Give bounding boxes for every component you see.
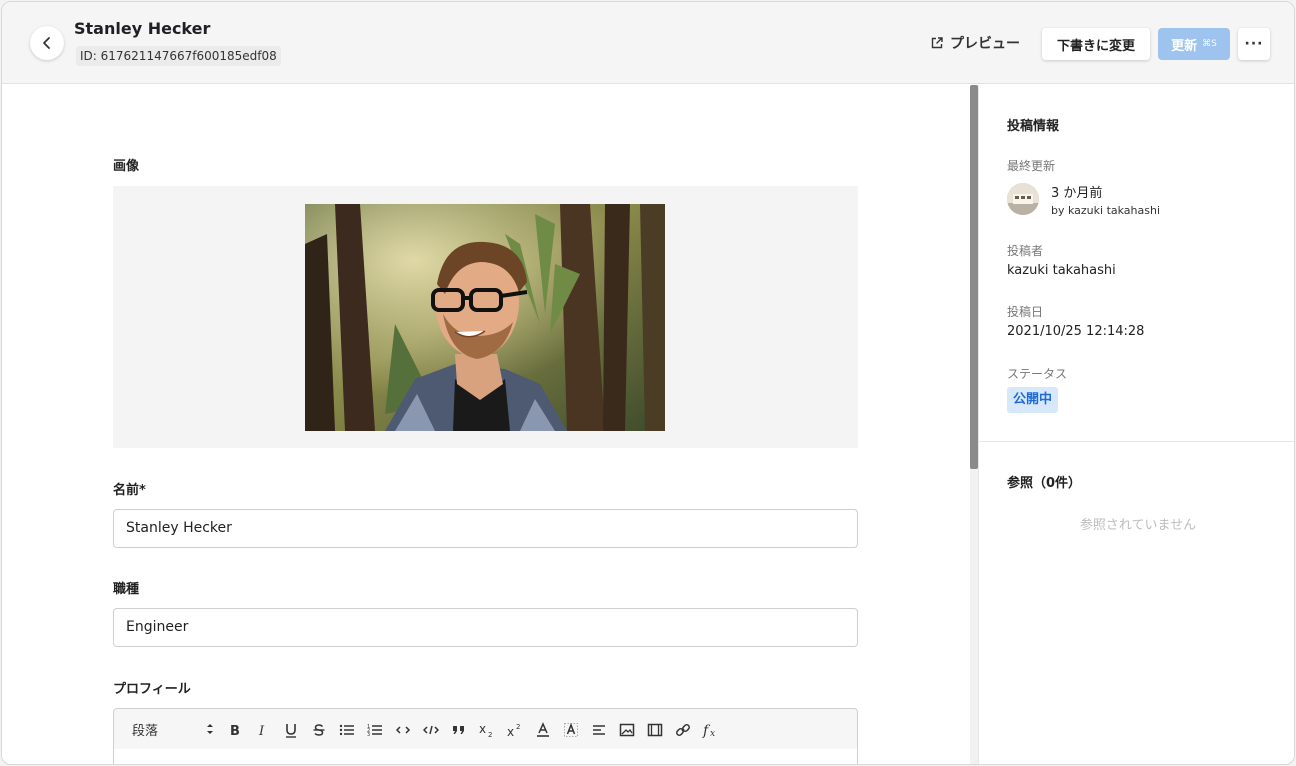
- code-block-button[interactable]: [420, 719, 442, 741]
- superscript-button[interactable]: x2: [504, 719, 526, 741]
- bold-icon: B: [230, 724, 240, 737]
- external-link-icon: [931, 37, 943, 49]
- select-arrows-icon[interactable]: [206, 722, 214, 736]
- highlight-icon: [564, 722, 578, 737]
- paragraph-style-select[interactable]: 段落: [132, 720, 158, 739]
- svg-text:I: I: [258, 724, 265, 737]
- header-bar: Stanley Hecker ID: 617621147667f600185ed…: [2, 2, 1294, 84]
- align-button[interactable]: [588, 719, 610, 741]
- editor-main: 画像 名前* Stanley Hecker 職種 Engineer プロフィール…: [2, 85, 970, 764]
- content-id-chip: ID: 617621147667f600185edf08: [76, 46, 281, 66]
- references-empty-text: 参照されていません: [1079, 518, 1197, 533]
- highlight-button[interactable]: [560, 719, 582, 741]
- superscript-icon: x2: [507, 723, 520, 738]
- references-heading: 参照（0件）: [1007, 476, 1082, 491]
- align-left-icon: [593, 725, 605, 735]
- scrollbar-thumb[interactable]: [970, 85, 978, 469]
- insert-link-button[interactable]: [672, 719, 694, 741]
- underline-icon: [286, 724, 296, 738]
- posted-date-label: 投稿日: [1007, 305, 1044, 319]
- insert-formula-button[interactable]: fx: [700, 719, 722, 741]
- avatar: [1007, 183, 1039, 215]
- bullet-list-button[interactable]: [336, 719, 358, 741]
- formula-icon: fx: [702, 723, 715, 739]
- quote-icon: [453, 726, 464, 734]
- preview-button[interactable]: プレビュー: [930, 31, 1020, 55]
- status-badge: 公開中: [1007, 387, 1059, 413]
- profile-photo-image: [305, 204, 665, 431]
- inline-code-icon: [395, 726, 411, 734]
- page-title: Stanley Hecker: [74, 19, 211, 38]
- profile-photo[interactable]: [305, 204, 665, 431]
- ordered-list-icon: 123: [367, 724, 382, 737]
- last-updated-time: 3 か月前: [1051, 186, 1103, 201]
- svg-text:2: 2: [488, 731, 492, 738]
- rich-text-toolbar: 段落 B I 123 x 2 x 2 f x: [113, 708, 858, 750]
- posted-date-value: 2021/10/25 12:14:28: [1007, 324, 1145, 339]
- last-updated-label: 最終更新: [1007, 159, 1056, 173]
- last-updated-by: by kazuki takahashi: [1051, 204, 1161, 217]
- more-options-button[interactable]: ···: [1238, 28, 1270, 60]
- preview-label: プレビュー: [950, 36, 1020, 52]
- author-label: 投稿者: [1007, 244, 1044, 258]
- insert-image-button[interactable]: [616, 719, 638, 741]
- change-to-draft-button[interactable]: 下書きに変更: [1042, 28, 1150, 60]
- svg-text:x: x: [479, 722, 486, 736]
- inline-code-button[interactable]: [392, 719, 414, 741]
- app-window: Stanley Hecker ID: 617621147667f600185ed…: [1, 1, 1295, 765]
- back-button[interactable]: [30, 26, 64, 60]
- code-block-icon: [423, 725, 439, 735]
- svg-text:2: 2: [516, 723, 520, 731]
- avatar-image: [1007, 183, 1039, 215]
- subscript-icon: x2: [479, 722, 492, 738]
- image-field[interactable]: [113, 186, 858, 448]
- author-value: kazuki takahashi: [1007, 263, 1116, 278]
- subscript-button[interactable]: x2: [476, 719, 498, 741]
- link-icon: [676, 724, 690, 736]
- side-divider: [979, 441, 1294, 442]
- insert-embed-button[interactable]: [644, 719, 666, 741]
- name-input[interactable]: Stanley Hecker: [113, 509, 858, 548]
- blockquote-button[interactable]: [448, 719, 470, 741]
- bullet-list-icon: [339, 724, 354, 736]
- image-field-label: 画像: [113, 159, 140, 174]
- status-label: ステータス: [1007, 367, 1068, 381]
- name-field-label: 名前*: [113, 483, 146, 498]
- chevron-left-icon: [43, 37, 50, 49]
- image-icon: [619, 723, 635, 737]
- svg-text:x: x: [710, 729, 715, 739]
- underline-button[interactable]: [280, 719, 302, 741]
- italic-button[interactable]: I: [252, 719, 274, 741]
- update-shortcut: ⌘S: [1202, 39, 1217, 49]
- svg-text:x: x: [507, 725, 514, 738]
- job-field-label: 職種: [113, 582, 140, 597]
- italic-icon: I: [258, 724, 265, 737]
- profile-field-label: プロフィール: [113, 682, 191, 697]
- film-icon: [647, 723, 663, 737]
- post-info-panel: 投稿情報 最終更新 3 か月前 by kazuki takahashi 投稿者 …: [978, 85, 1294, 764]
- svg-text:B: B: [230, 724, 240, 737]
- post-info-heading: 投稿情報: [1007, 119, 1060, 134]
- update-label: 更新: [1171, 38, 1198, 54]
- bold-button[interactable]: B: [224, 719, 246, 741]
- svg-text:3: 3: [367, 732, 370, 737]
- text-color-icon: [537, 722, 549, 737]
- job-input[interactable]: Engineer: [113, 608, 858, 647]
- strikethrough-button[interactable]: [308, 719, 330, 741]
- profile-editor-body[interactable]: [113, 749, 858, 764]
- ordered-list-button[interactable]: 123: [364, 719, 386, 741]
- update-button[interactable]: 更新 ⌘S: [1158, 28, 1230, 60]
- text-color-button[interactable]: [532, 719, 554, 741]
- strikethrough-icon: [313, 724, 325, 736]
